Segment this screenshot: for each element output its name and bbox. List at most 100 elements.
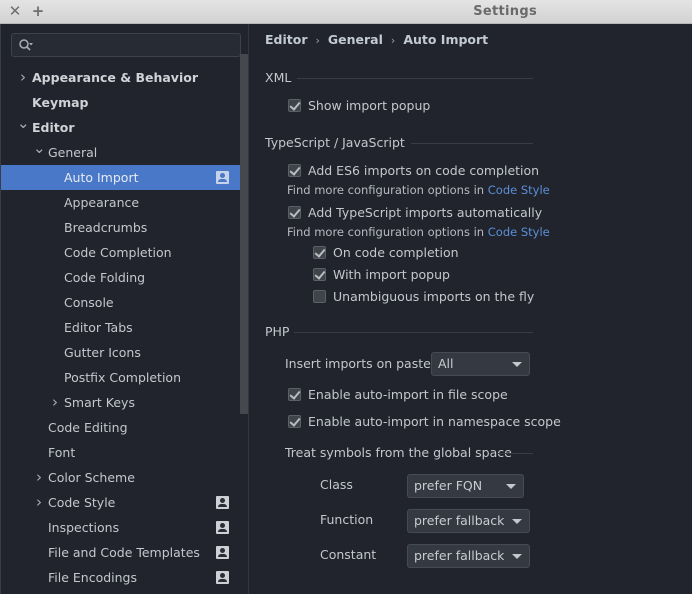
code-style-link[interactable]: Code Style bbox=[488, 225, 550, 239]
tree-item-code-completion[interactable]: Code Completion bbox=[1, 240, 241, 265]
dropdown-arrow-icon bbox=[512, 554, 522, 559]
tree-item-label: Code Style bbox=[48, 495, 116, 510]
breadcrumb: Editor › General › Auto Import bbox=[265, 32, 488, 47]
chevron-right-icon[interactable]: › bbox=[49, 390, 61, 415]
checkbox-box[interactable] bbox=[288, 388, 301, 401]
checkbox-label: Show import popup bbox=[308, 98, 431, 113]
tree-item-code-folding[interactable]: Code Folding bbox=[1, 265, 241, 290]
group-separator bbox=[411, 143, 533, 144]
checkbox-box[interactable] bbox=[313, 290, 326, 303]
tree-item-label: File Encodings bbox=[48, 570, 138, 585]
breadcrumb-auto-import: Auto Import bbox=[403, 32, 489, 47]
tree-item-editor-tabs[interactable]: Editor Tabs bbox=[1, 315, 241, 340]
chevron-right-icon[interactable]: › bbox=[33, 490, 45, 515]
insert-on-paste-select[interactable]: All bbox=[431, 352, 530, 376]
tree-item-console[interactable]: Console bbox=[1, 290, 241, 315]
search-icon bbox=[19, 39, 33, 51]
tree-item-breadcrumbs[interactable]: Breadcrumbs bbox=[1, 215, 241, 240]
function-label: Function bbox=[320, 512, 374, 527]
tree-item-label: Code Folding bbox=[64, 270, 146, 285]
tree-item-auto-import[interactable]: Auto Import bbox=[1, 165, 241, 190]
breadcrumb-general[interactable]: General bbox=[328, 32, 383, 47]
global-space-title: Treat symbols from the global space bbox=[285, 445, 512, 460]
tree-item-label: File and Code Templates bbox=[48, 545, 200, 560]
checkbox-label: Enable auto-import in namespace scope bbox=[308, 414, 561, 429]
tree-item-label: Font bbox=[48, 445, 76, 460]
selected-value: prefer fallback bbox=[414, 548, 505, 563]
tree-item-postfix-completion[interactable]: Postfix Completion bbox=[1, 365, 241, 390]
tree-item-label: Keymap bbox=[32, 95, 89, 110]
tree-item-label: Editor Tabs bbox=[64, 320, 133, 335]
tree-item-general[interactable]: ⌄ General bbox=[1, 140, 241, 165]
tree-item-color-scheme[interactable]: › Color Scheme bbox=[1, 465, 241, 490]
tree-item-label: Code Editing bbox=[48, 420, 128, 435]
checkbox-box[interactable] bbox=[313, 246, 326, 259]
chevron-right-icon[interactable]: › bbox=[17, 65, 29, 90]
php-group-header: PHP bbox=[265, 324, 533, 339]
tree-item-label: Breadcrumbs bbox=[64, 220, 148, 235]
project-level-icon bbox=[216, 546, 229, 559]
class-select[interactable]: prefer FQN bbox=[407, 474, 524, 498]
hint-text: Find more configuration options in bbox=[287, 225, 488, 239]
chevron-down-icon[interactable]: ⌄ bbox=[17, 115, 30, 140]
breadcrumb-separator: › bbox=[315, 34, 320, 47]
project-level-icon bbox=[216, 521, 229, 534]
tree-item-editor[interactable]: ⌄ Editor bbox=[1, 115, 241, 140]
tree-item-file-encodings[interactable]: File Encodings bbox=[1, 565, 241, 590]
tree-item-appearance[interactable]: Appearance bbox=[1, 190, 241, 215]
breadcrumb-editor[interactable]: Editor bbox=[265, 32, 308, 47]
tree-item-file-and-code-templates[interactable]: File and Code Templates bbox=[1, 540, 241, 565]
chevron-right-icon[interactable]: › bbox=[33, 465, 45, 490]
chevron-down-icon[interactable]: ⌄ bbox=[33, 140, 46, 165]
tree-item-inspections[interactable]: Inspections bbox=[1, 515, 241, 540]
xml-group-header: XML bbox=[265, 70, 533, 85]
checkbox-box[interactable] bbox=[288, 99, 301, 112]
tree-item-label: Appearance & Behavior bbox=[32, 70, 198, 85]
auto-import-panel: Editor › General › Auto Import XML Show impo… bbox=[249, 24, 692, 594]
project-level-icon bbox=[216, 496, 229, 509]
checkbox-label: On code completion bbox=[333, 245, 459, 260]
constant-label: Constant bbox=[320, 547, 377, 562]
tree-item-label: Postfix Completion bbox=[64, 370, 181, 385]
sidebar-scrollbar[interactable] bbox=[240, 54, 248, 414]
selected-value: prefer fallback bbox=[414, 513, 505, 528]
checkbox-box[interactable] bbox=[288, 164, 301, 177]
settings-sidebar: › Appearance & Behavior Keymap ⌄ Editor ⌄ Gene… bbox=[0, 24, 248, 594]
code-style-link[interactable]: Code Style bbox=[488, 183, 550, 197]
tree-item-code-style[interactable]: › Code Style bbox=[1, 490, 241, 515]
checkbox-box[interactable] bbox=[288, 206, 301, 219]
checkbox-box[interactable] bbox=[288, 415, 301, 428]
function-select[interactable]: prefer fallback bbox=[407, 509, 530, 533]
typescript-hint: Find more configuration options in Code … bbox=[287, 225, 550, 239]
tree-item-label: Editor bbox=[32, 120, 75, 135]
checkbox-label: Enable auto-import in file scope bbox=[308, 387, 508, 402]
dropdown-arrow-icon bbox=[512, 519, 522, 524]
checkbox-label: Add ES6 imports on code completion bbox=[308, 163, 540, 178]
checkbox-box[interactable] bbox=[313, 268, 326, 281]
constant-select[interactable]: prefer fallback bbox=[407, 544, 530, 568]
tree-item-appearance-behavior[interactable]: › Appearance & Behavior bbox=[1, 65, 241, 90]
tree-item-font[interactable]: Font bbox=[1, 440, 241, 465]
tree-item-gutter-icons[interactable]: Gutter Icons bbox=[1, 340, 241, 365]
title-bar: ✕ + Settings bbox=[0, 0, 692, 24]
global-space-group-header: Treat symbols from the global space bbox=[285, 445, 533, 460]
typescript-group-header: TypeScript / JavaScript bbox=[265, 135, 533, 150]
class-label: Class bbox=[320, 477, 353, 492]
group-separator bbox=[297, 78, 533, 79]
project-level-icon bbox=[216, 571, 229, 584]
window-title: Settings bbox=[473, 4, 537, 19]
xml-group-title: XML bbox=[265, 70, 292, 85]
tree-item-smart-keys[interactable]: › Smart Keys bbox=[1, 390, 241, 415]
tree-item-keymap[interactable]: Keymap bbox=[1, 90, 241, 115]
checkbox-label: With import popup bbox=[333, 267, 450, 282]
php-group-title: PHP bbox=[265, 324, 290, 339]
selected-value: prefer FQN bbox=[414, 478, 483, 493]
search-input[interactable] bbox=[38, 36, 238, 54]
hint-text: Find more configuration options in bbox=[287, 183, 488, 197]
tree-item-label: Auto Import bbox=[64, 170, 139, 185]
tree-item-label: Color Scheme bbox=[48, 470, 135, 485]
search-box[interactable] bbox=[11, 33, 241, 57]
selected-value: All bbox=[438, 356, 454, 371]
checkbox-label: Unambiguous imports on the fly bbox=[333, 289, 535, 304]
tree-item-code-editing[interactable]: Code Editing bbox=[1, 415, 241, 440]
